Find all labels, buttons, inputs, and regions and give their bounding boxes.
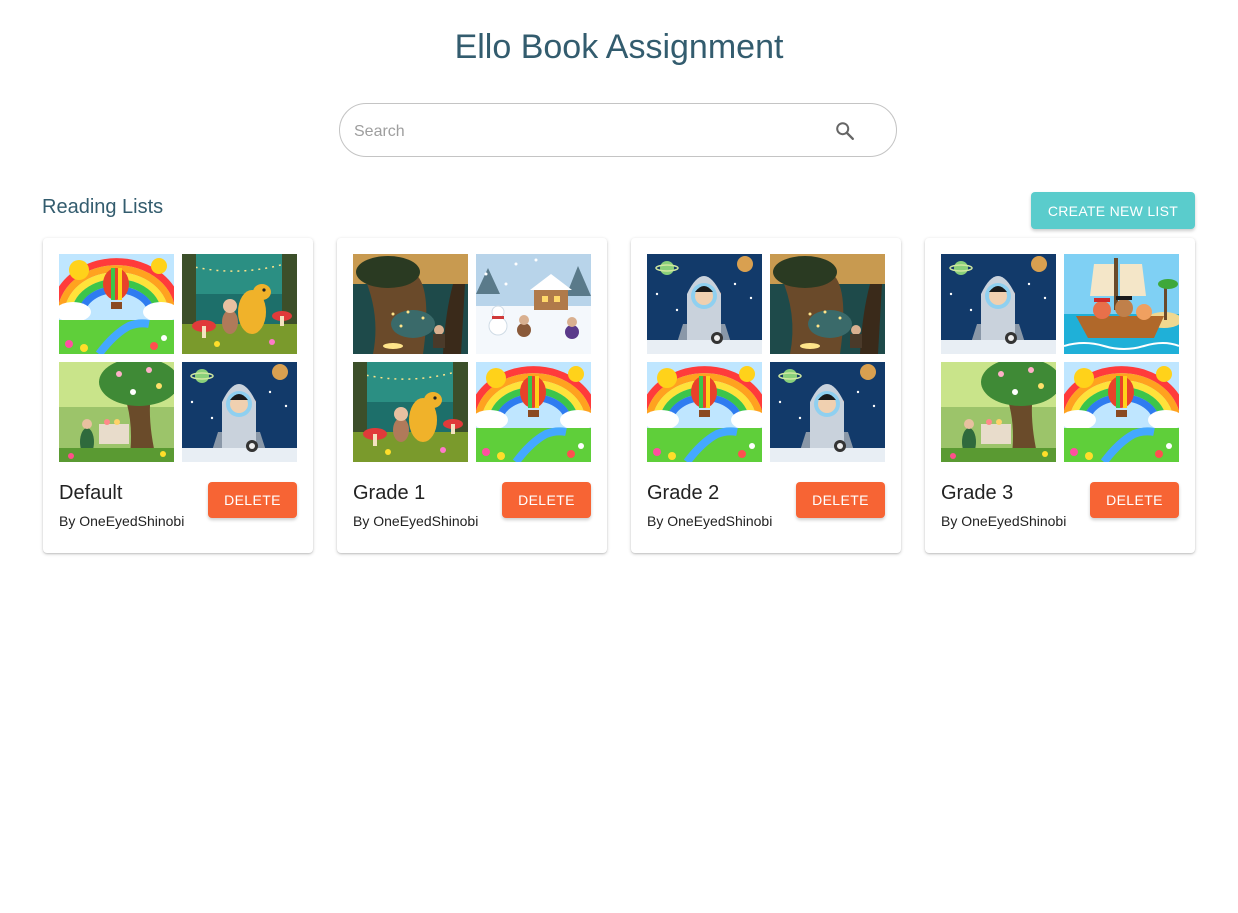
list-name: Grade 2 xyxy=(647,482,720,504)
reading-list-card[interactable]: Grade 2 By OneEyedShinobi DELETE xyxy=(631,238,901,553)
delete-button[interactable]: DELETE xyxy=(796,482,885,518)
cover-illustration xyxy=(353,362,468,462)
list-author: By OneEyedShinobi xyxy=(941,513,1067,529)
search-icon xyxy=(836,122,854,140)
create-new-list-button[interactable]: CREATE NEW LIST xyxy=(1031,192,1195,229)
cover-illustration xyxy=(941,254,1056,354)
cover-illustration xyxy=(182,254,297,354)
book-cover[interactable] xyxy=(770,362,885,462)
book-cover[interactable] xyxy=(770,254,885,354)
book-cover[interactable] xyxy=(59,362,174,462)
cover-illustration xyxy=(59,362,174,462)
cover-illustration xyxy=(59,254,174,354)
cover-illustration xyxy=(476,254,591,354)
list-name: Grade 1 xyxy=(353,482,426,504)
book-covers-grid xyxy=(59,254,297,462)
cover-illustration xyxy=(647,362,762,462)
book-cover[interactable] xyxy=(647,254,762,354)
cover-illustration xyxy=(941,362,1056,462)
cover-illustration xyxy=(1064,254,1179,354)
book-cover[interactable] xyxy=(182,362,297,462)
book-cover[interactable] xyxy=(476,362,591,462)
list-name: Default xyxy=(59,482,123,504)
cover-illustration xyxy=(182,362,297,462)
cover-illustration xyxy=(476,362,591,462)
cover-illustration xyxy=(353,254,468,354)
reading-list-card[interactable]: Grade 1 By OneEyedShinobi DELETE xyxy=(337,238,607,553)
list-name: Grade 3 xyxy=(941,482,1014,504)
cover-illustration xyxy=(770,254,885,354)
book-covers-grid xyxy=(647,254,885,462)
book-covers-grid xyxy=(941,254,1179,462)
cover-illustration xyxy=(770,362,885,462)
book-cover[interactable] xyxy=(941,254,1056,354)
book-cover[interactable] xyxy=(1064,254,1179,354)
book-cover[interactable] xyxy=(647,362,762,462)
delete-button[interactable]: DELETE xyxy=(502,482,591,518)
page-title: Ello Book Assignment xyxy=(454,28,784,66)
list-author: By OneEyedShinobi xyxy=(59,513,185,529)
list-author: By OneEyedShinobi xyxy=(647,513,773,529)
delete-button[interactable]: DELETE xyxy=(208,482,297,518)
book-cover[interactable] xyxy=(353,362,468,462)
book-cover[interactable] xyxy=(476,254,591,354)
book-cover[interactable] xyxy=(941,362,1056,462)
reading-list-card[interactable]: Default By OneEyedShinobi DELETE xyxy=(43,238,313,553)
reading-list-card[interactable]: Grade 3 By OneEyedShinobi DELETE xyxy=(925,238,1195,553)
cover-illustration xyxy=(647,254,762,354)
cover-illustration xyxy=(1064,362,1179,462)
book-cover[interactable] xyxy=(353,254,468,354)
book-cover[interactable] xyxy=(182,254,297,354)
delete-button[interactable]: DELETE xyxy=(1090,482,1179,518)
section-title: Reading Lists xyxy=(42,196,164,218)
list-author: By OneEyedShinobi xyxy=(353,513,479,529)
search-input[interactable] xyxy=(352,116,816,148)
book-cover[interactable] xyxy=(59,254,174,354)
book-covers-grid xyxy=(353,254,591,462)
book-cover[interactable] xyxy=(1064,362,1179,462)
search-button[interactable] xyxy=(829,115,861,147)
search-box xyxy=(339,103,897,157)
